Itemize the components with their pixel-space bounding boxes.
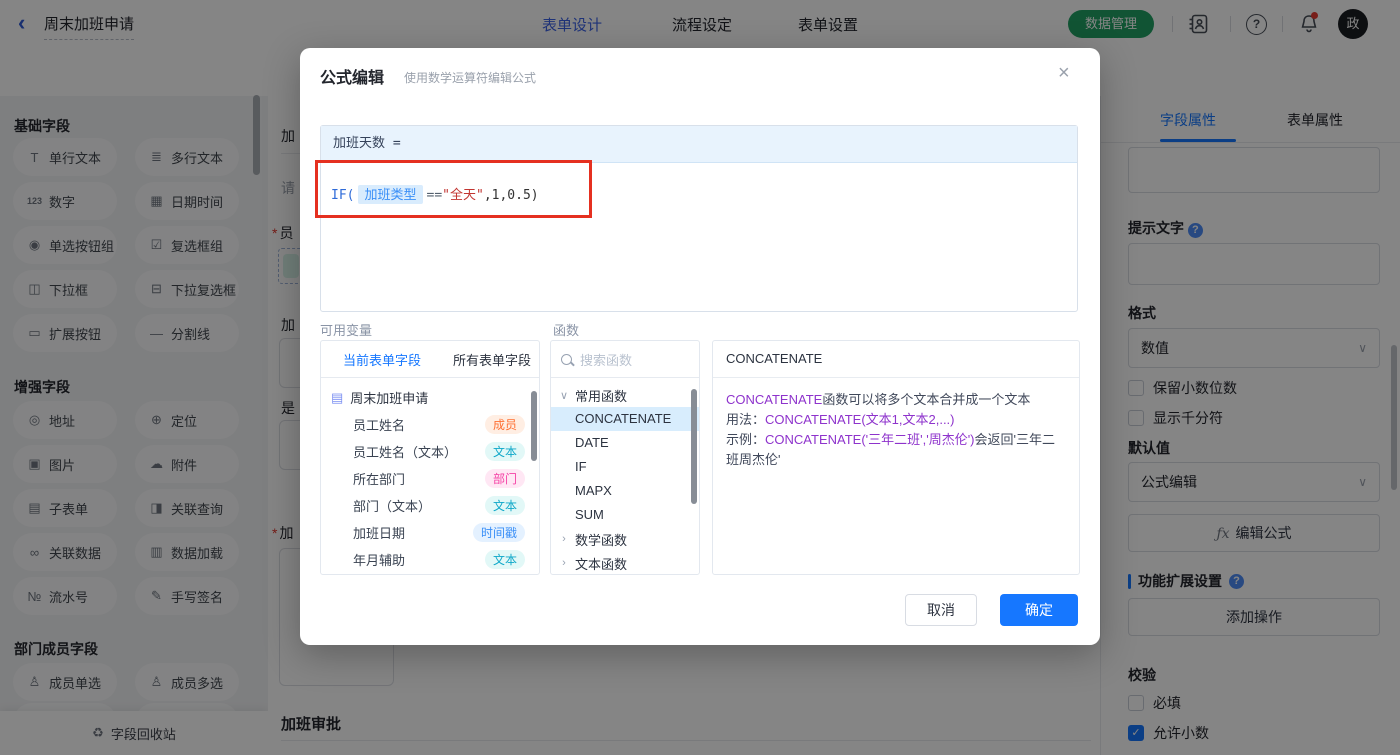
plain-text: 示例：: [726, 432, 766, 447]
variables-label: 可用变量: [320, 323, 373, 338]
type-tag: 时间戳: [472, 523, 525, 542]
type-tag: 文本: [484, 496, 525, 515]
variable-label: 年月辅助: [353, 553, 406, 568]
function-name-header: CONCATENATE: [713, 341, 1079, 378]
form-root-label: 周末加班申请: [350, 391, 429, 406]
formula-edit-dialog: 公式编辑 使用数学运算符编辑公式 × 加班天数 = IF(加班类型 =="全天",…: [300, 48, 1100, 645]
variable-row[interactable]: 员工姓名（文本） 文本: [321, 438, 539, 465]
cancel-button[interactable]: 取消: [905, 594, 977, 626]
plain-text: 用法：: [726, 412, 766, 427]
type-tag: 文本: [484, 442, 525, 461]
functions-label: 函数: [553, 323, 580, 338]
function-item-concatenate[interactable]: CONCATENATE: [551, 407, 699, 431]
functions-scrollbar-thumb[interactable]: [691, 389, 697, 504]
type-tag: 文本: [484, 550, 525, 569]
function-group-text[interactable]: › 文本函数: [551, 551, 699, 574]
chevron-right-icon: ›: [562, 533, 566, 545]
variable-row[interactable]: 员工姓名 成员: [321, 411, 539, 438]
variable-label: 部门（文本）: [353, 499, 432, 514]
variable-row[interactable]: 年月辅助 文本: [321, 546, 539, 573]
variable-label: 所在部门: [353, 472, 406, 487]
functions-panel: 搜索函数 ∨ 常用函数 CONCATENATE DATE IF MAPX SUM…: [550, 340, 700, 575]
chevron-down-icon: ∨: [559, 389, 569, 402]
example-line: 示例：CONCATENATE('三年二班','周杰伦')会返回'三年二班周杰伦': [726, 430, 1066, 470]
variable-label: 加班日期: [353, 526, 406, 541]
function-search-input[interactable]: 搜索函数: [551, 341, 699, 378]
formula-editor[interactable]: 加班天数 = IF(加班类型 =="全天",1,0.5): [320, 125, 1078, 312]
type-tag: 成员: [484, 415, 525, 434]
usage-line: 用法：CONCATENATE(文本1,文本2,...): [726, 410, 1066, 430]
dialog-subtitle: 使用数学运算符编辑公式: [404, 71, 537, 85]
function-item-sum[interactable]: SUM: [551, 503, 699, 527]
variables-tabs: 当前表单字段 所有表单字段: [321, 341, 539, 378]
app-window: ‹ 周末加班申请 表单设计 流程设定 表单设置 数据管理 ? 政 ⊘: [0, 0, 1400, 755]
confirm-button[interactable]: 确定: [1000, 594, 1078, 626]
tab-current-form-fields[interactable]: 当前表单字段: [343, 350, 421, 369]
close-icon[interactable]: ×: [1058, 62, 1070, 85]
form-tree-root[interactable]: ▤ 周末加班申请: [321, 384, 539, 411]
function-group-math[interactable]: › 数学函数: [551, 527, 699, 551]
formula-target: 加班天数 =: [321, 126, 1077, 163]
variables-scrollbar-thumb[interactable]: [531, 391, 537, 461]
group-label: 文本函数: [575, 556, 628, 572]
function-description-panel: CONCATENATE CONCATENATE函数可以将多个文本合并成一个文本 …: [712, 340, 1080, 575]
function-group-common[interactable]: ∨ 常用函数: [551, 383, 699, 407]
variable-label: 员工姓名（文本）: [353, 445, 458, 460]
code-text: CONCATENATE: [726, 392, 823, 407]
dialog-title: 公式编辑: [320, 70, 385, 87]
group-label: 数学函数: [575, 532, 628, 548]
annotation-highlight-box: [315, 160, 592, 218]
search-placeholder: 搜索函数: [580, 352, 633, 368]
code-text: CONCATENATE(文本1,文本2,...): [765, 412, 955, 427]
type-tag: 部门: [484, 469, 525, 488]
function-item-if[interactable]: IF: [551, 455, 699, 479]
plain-text: 函数可以将多个文本合并成一个文本: [822, 392, 1031, 407]
variable-row[interactable]: 部门（文本） 文本: [321, 492, 539, 519]
chevron-right-icon: ›: [562, 557, 566, 569]
function-description: CONCATENATE函数可以将多个文本合并成一个文本 用法：CONCATENA…: [713, 378, 1079, 482]
tab-all-form-fields[interactable]: 所有表单字段: [453, 350, 531, 369]
function-item-date[interactable]: DATE: [551, 431, 699, 455]
variable-row[interactable]: 加班日期 时间戳: [321, 519, 539, 546]
form-doc-icon: ▤: [331, 389, 344, 405]
description-line: CONCATENATE函数可以将多个文本合并成一个文本: [726, 390, 1066, 410]
variable-label: 员工姓名: [353, 418, 406, 433]
code-text: CONCATENATE('三年二班','周杰伦'): [765, 432, 975, 447]
function-item-mapx[interactable]: MAPX: [551, 479, 699, 503]
variable-row[interactable]: 所在部门 部门: [321, 465, 539, 492]
search-icon: [561, 353, 572, 365]
variables-panel: 当前表单字段 所有表单字段 ▤ 周末加班申请 员工姓名 成员 员工姓名（文本） 文本…: [320, 340, 540, 575]
group-label: 常用函数: [575, 388, 628, 404]
